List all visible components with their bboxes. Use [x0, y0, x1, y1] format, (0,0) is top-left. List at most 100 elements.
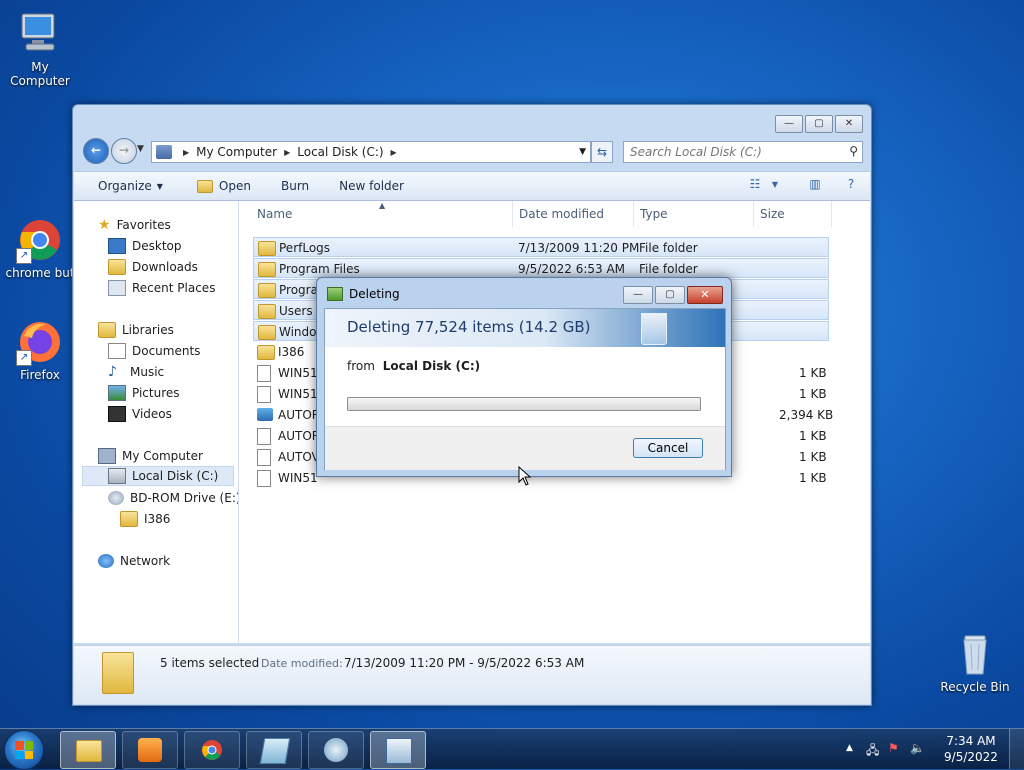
column-header-type[interactable]: Type — [634, 201, 754, 227]
file-type: File folder — [639, 262, 698, 276]
column-header-name[interactable]: Name ▲ — [251, 201, 513, 227]
computer-icon — [16, 10, 64, 58]
views-dropdown-icon[interactable]: ▼ — [766, 177, 784, 193]
recycle-bin-graphic-icon — [641, 313, 667, 345]
folder-icon — [257, 345, 275, 360]
refresh-button[interactable]: ⇆ — [591, 141, 613, 163]
column-label: Size — [760, 207, 785, 221]
taskbar-disc-app[interactable] — [308, 731, 364, 769]
dialog-close-button[interactable]: ✕ — [687, 286, 723, 304]
documents-icon — [108, 343, 126, 359]
search-icon[interactable]: ⚲ — [849, 144, 858, 158]
nav-my-computer[interactable]: My Computer — [98, 446, 203, 466]
nav-libraries[interactable]: Libraries — [98, 320, 174, 340]
nav-pictures[interactable]: Pictures — [108, 383, 180, 403]
dialog-body: Deleting 77,524 items (14.2 GB) from Loc… — [324, 308, 726, 470]
nav-downloads[interactable]: Downloads — [108, 257, 198, 277]
nav-local-disk[interactable]: Local Disk (C:) — [82, 466, 234, 486]
nav-music[interactable]: ♪ Music — [108, 362, 164, 382]
star-icon: ★ — [98, 217, 111, 233]
desktop-icon-my-computer[interactable]: My Computer — [0, 10, 80, 88]
organize-button[interactable]: Organize ▼ — [74, 179, 175, 193]
clock[interactable]: 7:34 AM 9/5/2022 — [942, 733, 1000, 765]
start-button[interactable] — [4, 730, 44, 770]
folder-icon — [120, 511, 138, 527]
chevron-right-icon[interactable]: ▶ — [183, 148, 189, 157]
address-dropdown-icon[interactable]: ▼ — [579, 147, 586, 157]
taskbar-chrome[interactable] — [184, 731, 240, 769]
nav-bd-rom[interactable]: BD-ROM Drive (E:) S — [108, 488, 238, 508]
column-label: Name — [257, 207, 293, 221]
action-center-icon[interactable]: ⚑ — [888, 741, 899, 755]
file-icon — [257, 470, 271, 487]
disc-app-icon — [324, 738, 348, 762]
open-label: Open — [218, 179, 251, 193]
burn-button[interactable]: Burn — [263, 179, 321, 193]
recycle-bin-icon — [951, 630, 999, 678]
music-icon: ♪ — [108, 364, 117, 380]
new-folder-button[interactable]: New folder — [321, 179, 416, 193]
details-pane: 5 items selected Date modified: 7/13/200… — [74, 645, 870, 704]
desktop-icon-label: chrome but — [5, 266, 75, 280]
taskbar-file-operation[interactable] — [370, 731, 426, 769]
show-hidden-icons-icon[interactable]: ▲ — [846, 743, 853, 753]
file-name: Program Files — [279, 262, 360, 276]
network-tray-icon[interactable]: 🖧 — [866, 741, 879, 762]
back-button[interactable]: ← — [83, 138, 109, 164]
nav-desktop[interactable]: Desktop — [108, 236, 182, 256]
dialog-controls: — ▢ ✕ — [621, 286, 723, 304]
file-date: 7/13/2009 11:20 PM — [518, 241, 640, 255]
search-input[interactable] — [624, 142, 842, 162]
nav-documents[interactable]: Documents — [108, 341, 200, 361]
libraries-icon — [98, 322, 116, 338]
nav-label: Local Disk (C:) — [132, 469, 219, 483]
file-name: PerfLogs — [279, 241, 331, 255]
chevron-right-icon[interactable]: ▶ — [284, 148, 290, 157]
recent-pages-dropdown[interactable]: ▼ — [137, 144, 144, 154]
new-folder-label: New folder — [339, 179, 404, 193]
desktop-icon-recycle-bin[interactable]: Recycle Bin — [935, 630, 1015, 694]
file-size: 2,394 KB — [779, 408, 834, 422]
nav-label: Network — [120, 554, 171, 568]
volume-icon[interactable]: 🔈 — [910, 741, 925, 755]
taskbar-explorer[interactable] — [60, 731, 116, 769]
minimize-button[interactable]: — — [775, 115, 803, 133]
toolbar-right: ☷ ▼ ▥ ? — [734, 177, 860, 193]
dialog-minimize-button[interactable]: — — [623, 286, 653, 304]
nav-label: Videos — [132, 407, 172, 421]
file-size: 1 KB — [799, 429, 827, 443]
desktop-icon-firefox[interactable]: ↗ Firefox — [0, 318, 80, 382]
dialog-maximize-button[interactable]: ▢ — [655, 286, 685, 304]
table-row[interactable]: PerfLogs 7/13/2009 11:20 PM File folder — [253, 237, 829, 257]
burn-label: Burn — [280, 179, 310, 193]
breadcrumb-local-disk[interactable]: Local Disk (C:) — [297, 145, 383, 159]
file-name: WIN51 — [278, 471, 318, 485]
forward-button[interactable]: → — [111, 138, 137, 164]
help-icon[interactable]: ? — [842, 177, 860, 193]
taskbar-notepad[interactable] — [246, 731, 302, 769]
sort-arrow-icon: ▲ — [379, 201, 386, 210]
nav-recent-places[interactable]: Recent Places — [108, 278, 215, 298]
open-button[interactable]: Open — [175, 179, 263, 193]
views-icon[interactable]: ☷ — [746, 177, 764, 193]
preview-pane-icon[interactable]: ▥ — [806, 177, 824, 193]
dialog-footer: Cancel — [325, 426, 725, 470]
column-header-date[interactable]: Date modified — [513, 201, 634, 227]
hard-drive-icon — [108, 468, 126, 484]
address-bar[interactable]: ▶ My Computer ▶ Local Disk (C:) ▶ ▼ — [151, 141, 591, 163]
nav-i386[interactable]: I386 — [120, 509, 170, 529]
maximize-button[interactable]: ▢ — [805, 115, 833, 133]
cancel-button[interactable]: Cancel — [633, 438, 703, 458]
nav-label: Music — [130, 365, 165, 379]
show-desktop-button[interactable] — [1009, 729, 1024, 769]
close-button[interactable]: ✕ — [835, 115, 863, 133]
breadcrumb-my-computer[interactable]: My Computer — [196, 145, 277, 159]
nav-network[interactable]: Network — [98, 551, 170, 571]
nav-videos[interactable]: Videos — [108, 404, 172, 424]
table-row[interactable]: Program Files 9/5/2022 6:53 AM File fold… — [253, 258, 829, 278]
taskbar-media-player[interactable] — [122, 731, 178, 769]
column-header-size[interactable]: Size — [754, 201, 832, 227]
chevron-right-icon[interactable]: ▶ — [391, 148, 397, 157]
nav-favorites[interactable]: ★ Favorites — [98, 215, 171, 235]
desktop-icon-chrome[interactable]: ↗ chrome but — [0, 216, 80, 280]
